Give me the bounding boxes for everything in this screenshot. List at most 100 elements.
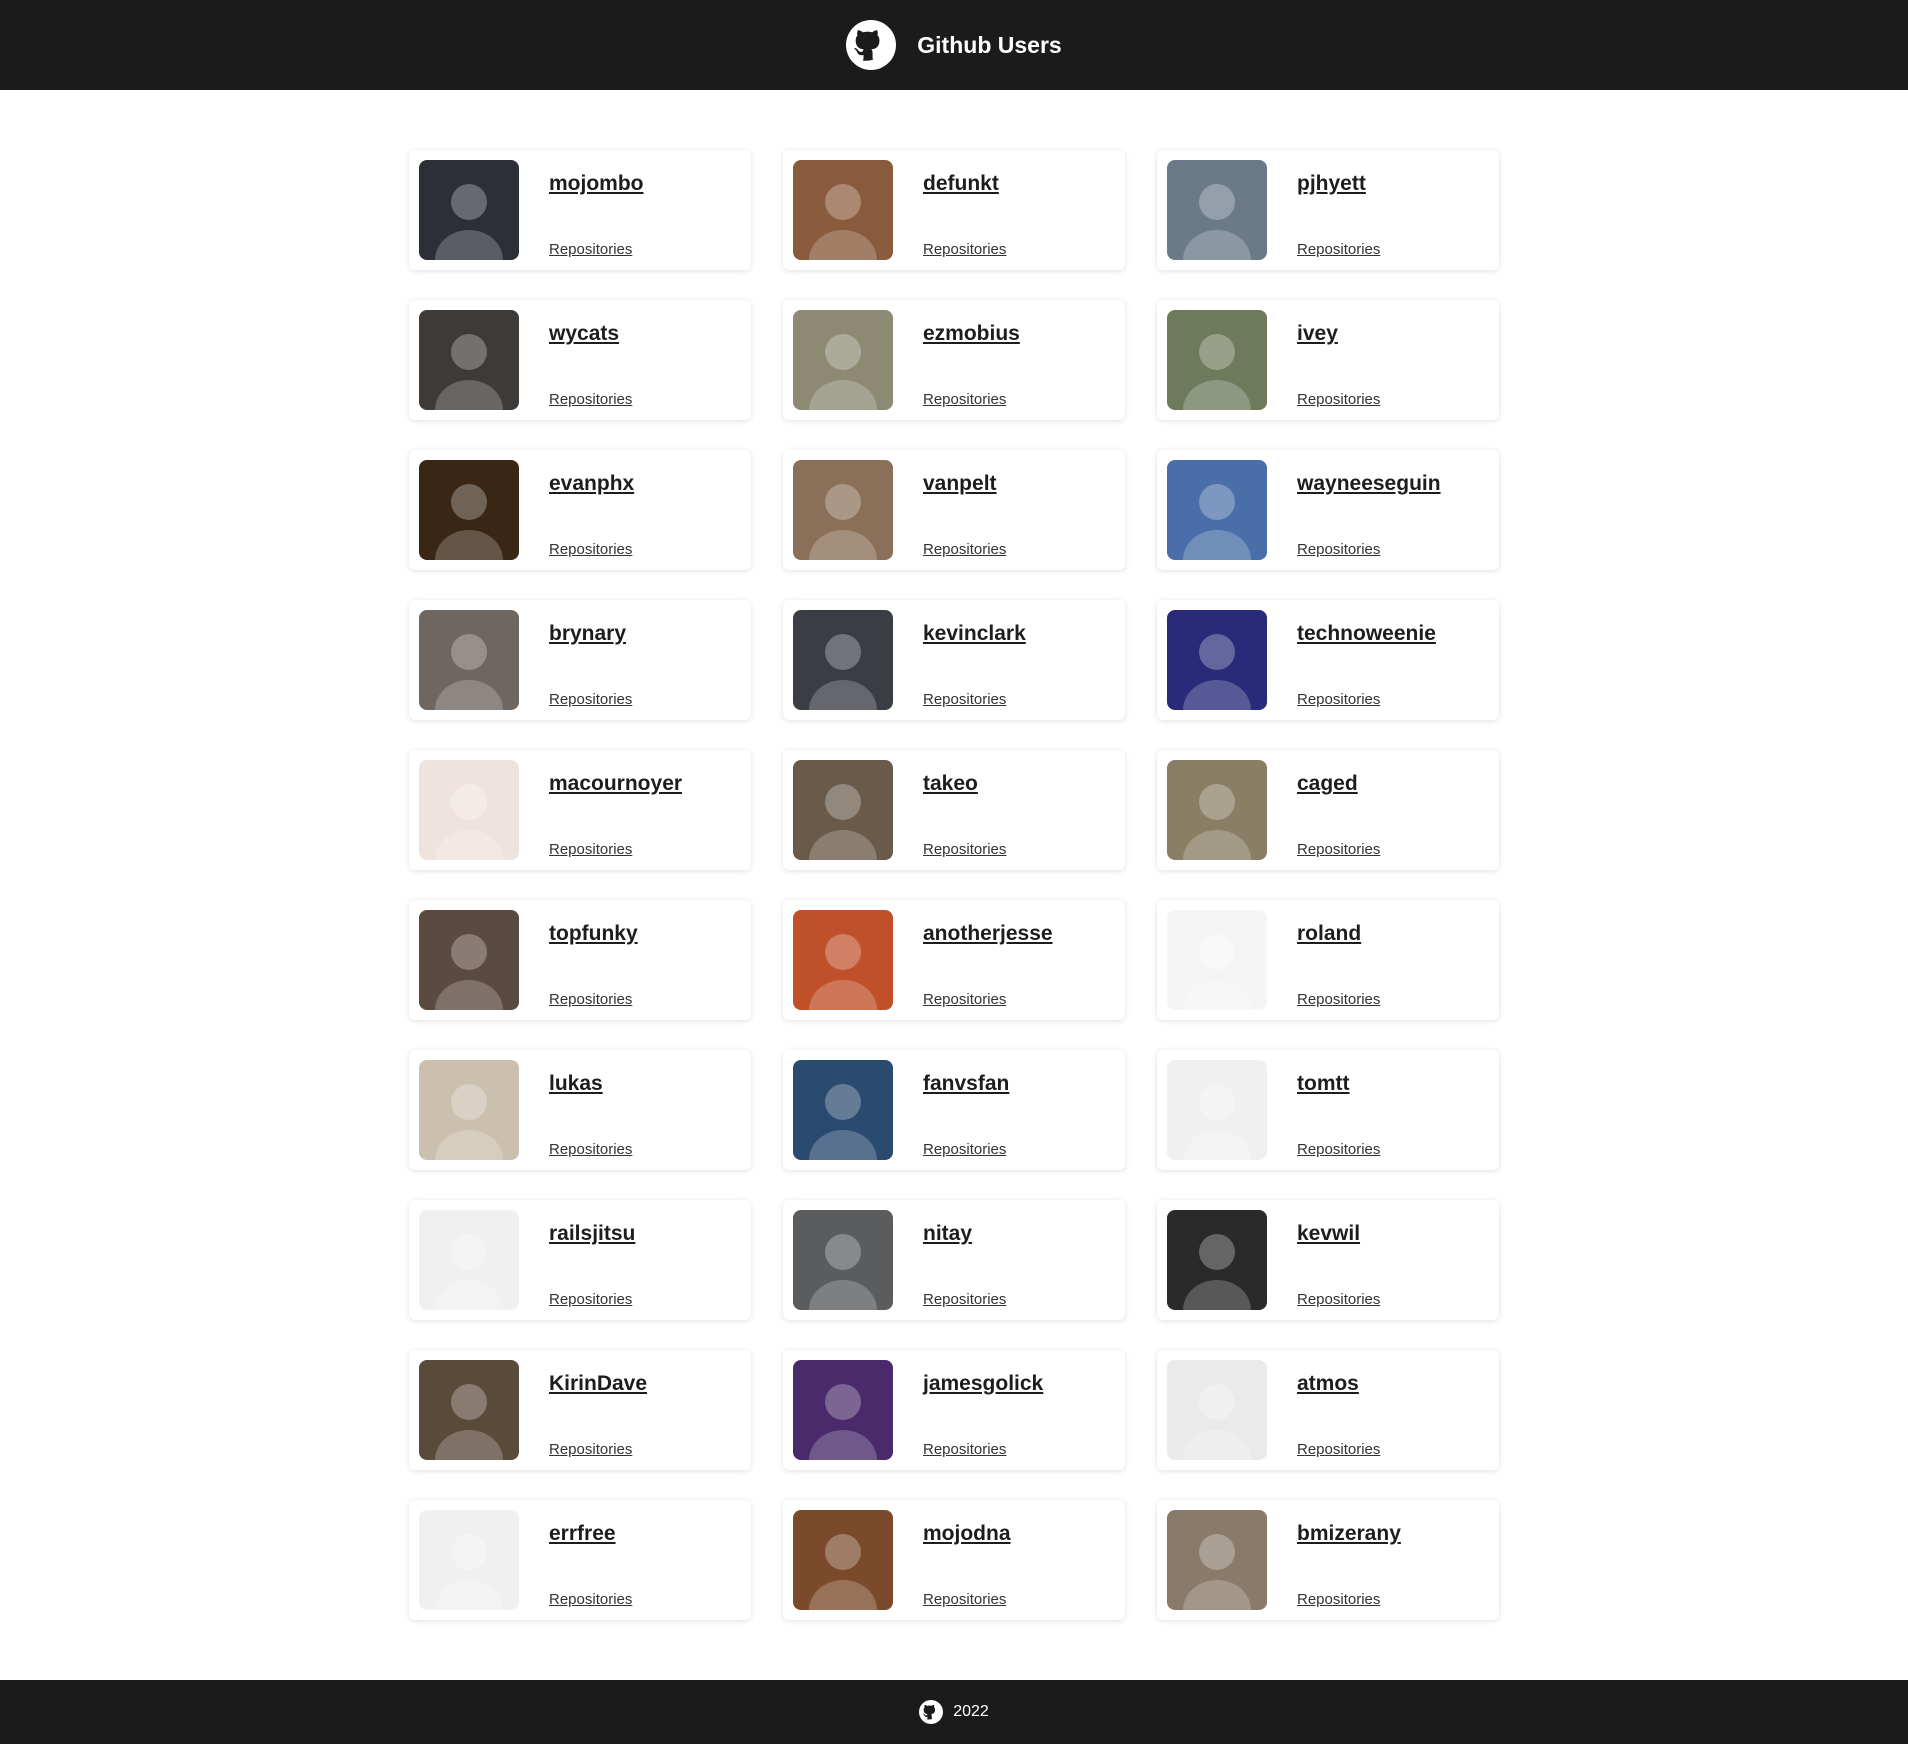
user-avatar[interactable] [793, 460, 893, 560]
user-avatar[interactable] [419, 1060, 519, 1160]
repositories-link[interactable]: Repositories [923, 1141, 1006, 1158]
user-login-link[interactable]: roland [1297, 922, 1361, 946]
repositories-link[interactable]: Repositories [549, 841, 632, 858]
repositories-link[interactable]: Repositories [549, 1141, 632, 1158]
user-login-link[interactable]: atmos [1297, 1372, 1359, 1396]
user-card: technoweenie Repositories [1157, 600, 1499, 720]
user-login-link[interactable]: errfree [549, 1522, 616, 1546]
user-avatar[interactable] [1167, 460, 1267, 560]
app-header: Github Users [0, 0, 1908, 90]
user-login-link[interactable]: wycats [549, 322, 619, 346]
user-avatar[interactable] [1167, 160, 1267, 260]
repositories-link[interactable]: Repositories [923, 991, 1006, 1008]
user-card: mojombo Repositories [409, 150, 751, 270]
repositories-link[interactable]: Repositories [549, 691, 632, 708]
user-login-link[interactable]: railsjitsu [549, 1222, 635, 1246]
user-card: jamesgolick Repositories [783, 1350, 1125, 1470]
user-login-link[interactable]: vanpelt [923, 472, 997, 496]
user-login-link[interactable]: technoweenie [1297, 622, 1436, 646]
repositories-link[interactable]: Repositories [549, 391, 632, 408]
user-avatar[interactable] [793, 310, 893, 410]
user-avatar[interactable] [419, 1510, 519, 1610]
user-login-link[interactable]: evanphx [549, 472, 634, 496]
user-login-link[interactable]: fanvsfan [923, 1072, 1009, 1096]
user-avatar[interactable] [1167, 610, 1267, 710]
user-avatar[interactable] [793, 1360, 893, 1460]
user-avatar[interactable] [793, 910, 893, 1010]
repositories-link[interactable]: Repositories [923, 1441, 1006, 1458]
user-login-link[interactable]: takeo [923, 772, 978, 796]
user-avatar[interactable] [1167, 1510, 1267, 1610]
user-avatar[interactable] [793, 160, 893, 260]
user-avatar[interactable] [419, 310, 519, 410]
user-login-link[interactable]: wayneeseguin [1297, 472, 1441, 496]
user-avatar[interactable] [1167, 1360, 1267, 1460]
user-login-link[interactable]: kevinclark [923, 622, 1026, 646]
repositories-link[interactable]: Repositories [1297, 1591, 1380, 1608]
user-avatar[interactable] [793, 760, 893, 860]
repositories-link[interactable]: Repositories [1297, 1291, 1380, 1308]
user-avatar[interactable] [419, 1360, 519, 1460]
user-avatar[interactable] [793, 610, 893, 710]
user-avatar[interactable] [419, 1210, 519, 1310]
repositories-link[interactable]: Repositories [1297, 691, 1380, 708]
user-login-link[interactable]: defunkt [923, 172, 999, 196]
repositories-link[interactable]: Repositories [549, 1441, 632, 1458]
user-card: railsjitsu Repositories [409, 1200, 751, 1320]
user-avatar[interactable] [1167, 1210, 1267, 1310]
user-card: brynary Repositories [409, 600, 751, 720]
repositories-link[interactable]: Repositories [923, 541, 1006, 558]
repositories-link[interactable]: Repositories [1297, 391, 1380, 408]
user-avatar[interactable] [419, 610, 519, 710]
repositories-link[interactable]: Repositories [923, 691, 1006, 708]
repositories-link[interactable]: Repositories [923, 391, 1006, 408]
user-login-link[interactable]: mojodna [923, 1522, 1011, 1546]
user-avatar[interactable] [1167, 760, 1267, 860]
user-avatar[interactable] [1167, 310, 1267, 410]
user-login-link[interactable]: topfunky [549, 922, 638, 946]
user-login-link[interactable]: nitay [923, 1222, 972, 1246]
user-login-link[interactable]: anotherjesse [923, 922, 1053, 946]
repositories-link[interactable]: Repositories [1297, 841, 1380, 858]
repositories-link[interactable]: Repositories [923, 241, 1006, 258]
user-login-link[interactable]: kevwil [1297, 1222, 1360, 1246]
user-login-link[interactable]: ivey [1297, 322, 1338, 346]
user-avatar[interactable] [419, 160, 519, 260]
user-login-link[interactable]: lukas [549, 1072, 603, 1096]
user-login-link[interactable]: pjhyett [1297, 172, 1366, 196]
repositories-link[interactable]: Repositories [923, 841, 1006, 858]
repositories-link[interactable]: Repositories [1297, 241, 1380, 258]
repositories-link[interactable]: Repositories [923, 1291, 1006, 1308]
user-login-link[interactable]: caged [1297, 772, 1358, 796]
user-avatar[interactable] [419, 910, 519, 1010]
user-login-link[interactable]: mojombo [549, 172, 644, 196]
user-login-link[interactable]: tomtt [1297, 1072, 1349, 1096]
user-login-link[interactable]: macournoyer [549, 772, 682, 796]
user-card: caged Repositories [1157, 750, 1499, 870]
repositories-link[interactable]: Repositories [549, 241, 632, 258]
repositories-link[interactable]: Repositories [923, 1591, 1006, 1608]
repositories-link[interactable]: Repositories [1297, 1141, 1380, 1158]
repositories-link[interactable]: Repositories [1297, 991, 1380, 1008]
repositories-link[interactable]: Repositories [549, 1591, 632, 1608]
repositories-link[interactable]: Repositories [1297, 1441, 1380, 1458]
user-login-link[interactable]: bmizerany [1297, 1522, 1401, 1546]
page-title: Github Users [917, 31, 1062, 58]
user-avatar[interactable] [793, 1510, 893, 1610]
user-avatar[interactable] [419, 460, 519, 560]
user-avatar[interactable] [1167, 1060, 1267, 1160]
user-login-link[interactable]: jamesgolick [923, 1372, 1043, 1396]
repositories-link[interactable]: Repositories [1297, 541, 1380, 558]
repositories-link[interactable]: Repositories [549, 1291, 632, 1308]
repositories-link[interactable]: Repositories [549, 991, 632, 1008]
user-avatar[interactable] [793, 1210, 893, 1310]
user-avatar[interactable] [1167, 910, 1267, 1010]
user-avatar[interactable] [419, 760, 519, 860]
user-grid: mojombo Repositories defunkt Repositories pj… [409, 150, 1499, 1620]
repositories-link[interactable]: Repositories [549, 541, 632, 558]
user-avatar[interactable] [793, 1060, 893, 1160]
user-card: wycats Repositories [409, 300, 751, 420]
user-login-link[interactable]: ezmobius [923, 322, 1020, 346]
user-login-link[interactable]: brynary [549, 622, 626, 646]
user-login-link[interactable]: KirinDave [549, 1372, 647, 1396]
